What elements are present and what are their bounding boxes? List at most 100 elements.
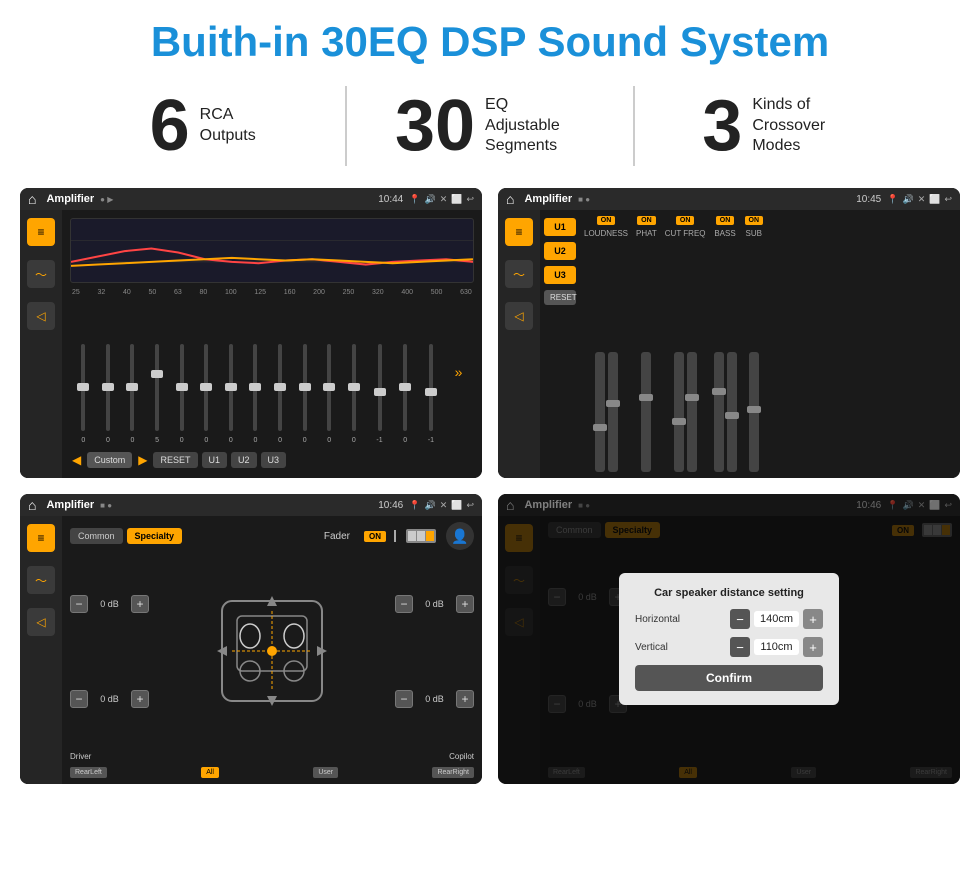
- fader-volume-icon: 🔊: [424, 500, 435, 511]
- fader-bottom-btns: RearLeft All User RearRight: [70, 767, 474, 778]
- fader-window-icon: ⬜: [451, 500, 462, 511]
- distance-screen: ⌂ Amplifier ■ ● 10:46 📍 🔊 ✕ ⬜ ↩ ≡ 〜 ◁ Co…: [498, 494, 960, 784]
- eq-slider-11[interactable]: 0: [327, 344, 331, 444]
- bass-slider1[interactable]: [714, 352, 724, 472]
- stat-label-crossover: Kinds ofCrossover Modes: [752, 95, 852, 157]
- u3-button[interactable]: U3: [261, 452, 287, 468]
- crossover-speaker-icon[interactable]: ◁: [505, 302, 533, 330]
- eq-slider-5[interactable]: 0: [180, 344, 184, 444]
- freq-labels: 253240506380100 125160200250320400500630: [70, 289, 474, 296]
- rearright-button[interactable]: RearRight: [432, 767, 474, 778]
- vertical-minus-button[interactable]: −: [730, 637, 750, 657]
- back-icon[interactable]: ↩: [466, 194, 474, 205]
- home-icon[interactable]: ⌂: [28, 191, 36, 207]
- eq-slider-4[interactable]: 5: [155, 344, 159, 444]
- vol-fr-minus[interactable]: −: [395, 595, 413, 613]
- play-button[interactable]: ▶: [136, 450, 149, 470]
- cutfreq-slider2[interactable]: [687, 352, 697, 472]
- eq-slider-15[interactable]: -1: [428, 344, 434, 444]
- u2-button[interactable]: U2: [231, 452, 257, 468]
- horizontal-minus-button[interactable]: −: [730, 609, 750, 629]
- crossover-eq-icon[interactable]: ≡: [505, 218, 533, 246]
- eq-status-icons: 📍 🔊 ✕ ⬜ ↩: [409, 194, 474, 205]
- expand-icon[interactable]: »: [455, 364, 463, 380]
- sub-slider[interactable]: [749, 352, 759, 472]
- eq-slider-10[interactable]: 0: [303, 344, 307, 444]
- specialty-tab[interactable]: Specialty: [127, 528, 183, 544]
- cutfreq-channel: ON CUT FREQ: [665, 216, 706, 472]
- eq-slider-12[interactable]: 0: [352, 344, 356, 444]
- common-tab[interactable]: Common: [70, 528, 123, 544]
- vol-rr-minus[interactable]: −: [395, 690, 413, 708]
- vol-fl-minus[interactable]: −: [70, 595, 88, 613]
- vol-row-rl: − 0 dB +: [70, 690, 149, 708]
- loudness-slider2[interactable]: [608, 352, 618, 472]
- speaker-icon[interactable]: ◁: [27, 302, 55, 330]
- fader-home-icon[interactable]: ⌂: [28, 497, 36, 513]
- cutfreq-on-badge: ON: [676, 216, 695, 225]
- reset-button[interactable]: RESET: [153, 452, 197, 468]
- vol-rl-value: 0 dB: [92, 694, 127, 704]
- dialog-title: Car speaker distance setting: [635, 587, 823, 599]
- eq-slider-6[interactable]: 0: [204, 344, 208, 444]
- eq-slider-7[interactable]: 0: [229, 344, 233, 444]
- eq-graph: [70, 218, 474, 283]
- loudness-channel: ON LOUDNESS: [584, 216, 628, 472]
- bass-slider2[interactable]: [727, 352, 737, 472]
- fader-wave-icon[interactable]: 〜: [27, 566, 55, 594]
- horizontal-plus-button[interactable]: +: [803, 609, 823, 629]
- eq-slider-8[interactable]: 0: [253, 344, 257, 444]
- fader-time: 10:46: [378, 500, 403, 511]
- fader-back-icon[interactable]: ↩: [466, 500, 474, 511]
- vertical-plus-button[interactable]: +: [803, 637, 823, 657]
- eq-slider-2[interactable]: 0: [106, 344, 110, 444]
- fader-speaker-icon[interactable]: ◁: [27, 608, 55, 636]
- u1-sel-button[interactable]: U1: [544, 218, 576, 236]
- custom-preset-button[interactable]: Custom: [87, 452, 132, 468]
- vol-rl-plus[interactable]: +: [131, 690, 149, 708]
- user-button[interactable]: User: [313, 767, 338, 778]
- vol-rr-plus[interactable]: +: [456, 690, 474, 708]
- prev-button[interactable]: ◀: [70, 450, 83, 470]
- u-buttons: U1 U2 U3 RESET: [540, 210, 580, 478]
- crossover-close-icon: ✕: [918, 194, 926, 205]
- u1-button[interactable]: U1: [202, 452, 228, 468]
- stat-rca: 6 RCAOutputs: [60, 90, 345, 162]
- vol-rl-minus[interactable]: −: [70, 690, 88, 708]
- vol-fl-plus[interactable]: +: [131, 595, 149, 613]
- profile-icon[interactable]: 👤: [446, 522, 474, 550]
- u2-sel-button[interactable]: U2: [544, 242, 576, 260]
- eq-slider-13[interactable]: -1: [376, 344, 382, 444]
- cutfreq-slider1[interactable]: [674, 352, 684, 472]
- crossover-screen: ⌂ Amplifier ■ ● 10:45 📍 🔊 ✕ ⬜ ↩ ≡ 〜 ◁ U1: [498, 188, 960, 478]
- eq-slider-9[interactable]: 0: [278, 344, 282, 444]
- crossover-reset-button[interactable]: RESET: [544, 290, 576, 305]
- rearleft-button[interactable]: RearLeft: [70, 767, 107, 778]
- crossover-controls-area: ON LOUDNESS ON: [580, 210, 960, 478]
- eq-slider-14[interactable]: 0: [403, 344, 407, 444]
- u3-sel-button[interactable]: U3: [544, 266, 576, 284]
- confirm-button[interactable]: Confirm: [635, 665, 823, 691]
- crossover-home-icon[interactable]: ⌂: [506, 191, 514, 207]
- stat-label-eq: EQ AdjustableSegments: [485, 95, 585, 157]
- vertical-ctrl: − 110cm +: [730, 637, 823, 657]
- vol-fr-plus[interactable]: +: [456, 595, 474, 613]
- crossover-back-icon[interactable]: ↩: [944, 194, 952, 205]
- eq-dot-icons: ● ▶: [100, 195, 113, 204]
- fader-label-text: Fader: [324, 531, 350, 542]
- loudness-slider1[interactable]: [595, 352, 605, 472]
- eq-status-bar: ⌂ Amplifier ● ▶ 10:44 📍 🔊 ✕ ⬜ ↩: [20, 188, 482, 210]
- eq-graph-svg: [71, 219, 473, 283]
- fader-bars: [406, 529, 436, 543]
- all-button[interactable]: All: [201, 767, 219, 778]
- wave-icon[interactable]: 〜: [27, 260, 55, 288]
- crossover-wave-icon[interactable]: 〜: [505, 260, 533, 288]
- location-icon: 📍: [409, 194, 420, 205]
- sub-label: SUB: [746, 229, 762, 238]
- eq-slider-1[interactable]: 0: [81, 344, 85, 444]
- fader-screen-body: ≡ 〜 ◁ Common Specialty Fader ON: [20, 516, 482, 784]
- fader-eq-icon[interactable]: ≡: [27, 524, 55, 552]
- eq-slider-3[interactable]: 0: [130, 344, 134, 444]
- eq-icon[interactable]: ≡: [27, 218, 55, 246]
- phat-slider[interactable]: [641, 352, 651, 472]
